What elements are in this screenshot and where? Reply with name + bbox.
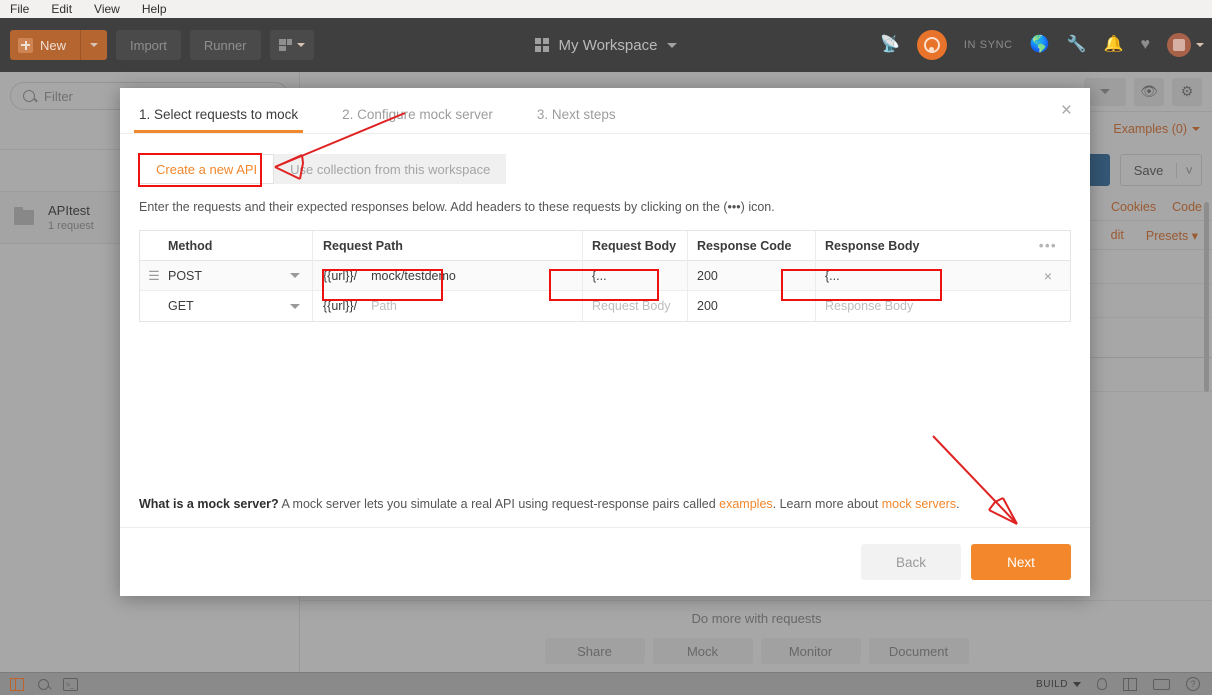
modal-footer: Back Next: [120, 527, 1090, 596]
next-button[interactable]: Next: [971, 544, 1071, 580]
column-response-code: Response Code: [688, 230, 816, 261]
app-header: New Import Runner My Workspace 📡 IN SYNC…: [0, 18, 1212, 72]
examples-link[interactable]: examples: [719, 497, 773, 511]
help-icon[interactable]: ?: [1186, 677, 1200, 691]
new-dropdown-caret[interactable]: [80, 30, 107, 60]
modal-footnote: What is a mock server? A mock server let…: [139, 497, 1071, 511]
response-body-input[interactable]: Response Body: [816, 291, 1026, 321]
bell-icon[interactable]: 🔔: [1104, 37, 1124, 53]
table-row[interactable]: GET {{url}}/ Path Request Body 200 Respo…: [140, 291, 1070, 321]
os-menu-bar: File Edit View Help: [0, 0, 1212, 18]
tab-configure-mock-server[interactable]: 2. Configure mock server: [342, 107, 493, 133]
console-icon[interactable]: >_: [63, 677, 78, 691]
create-new-api-button[interactable]: Create a new API: [139, 154, 275, 184]
satellite-icon[interactable]: 📡: [880, 37, 900, 53]
table-header-row: Method Request Path Request Body Respons…: [140, 230, 1070, 261]
new-button[interactable]: New: [10, 30, 108, 60]
sidebar-toggle-icon[interactable]: [10, 677, 24, 691]
heart-icon[interactable]: ♥: [1141, 37, 1151, 53]
mock-servers-link[interactable]: mock servers: [882, 497, 956, 511]
request-path-cell[interactable]: {{url}}/ Path: [313, 291, 583, 321]
response-code-input[interactable]: 200: [688, 260, 816, 291]
search-icon[interactable]: [38, 678, 49, 690]
new-window-button[interactable]: [269, 30, 314, 60]
column-method: Method: [168, 230, 313, 261]
runner-button[interactable]: Runner: [189, 30, 261, 60]
menu-view[interactable]: View: [94, 2, 120, 16]
request-path-cell[interactable]: {{url}}/ mock/testdemo: [313, 260, 583, 291]
bulb-icon[interactable]: [1097, 678, 1107, 690]
menu-help[interactable]: Help: [142, 2, 167, 16]
chevron-down-icon: [290, 273, 300, 278]
method-select[interactable]: POST: [168, 260, 313, 291]
request-path-input[interactable]: Path: [357, 299, 397, 313]
close-icon[interactable]: ×: [1061, 101, 1072, 120]
path-prefix: {{url}}/: [323, 268, 358, 283]
chevron-down-icon: [90, 43, 99, 47]
modal-description: Enter the requests and their expected re…: [139, 200, 775, 214]
modal-step-tabs: 1. Select requests to mock 2. Configure …: [120, 88, 1090, 133]
header-right-actions: 📡 IN SYNC 🌎 🔧 🔔 ♥: [880, 18, 1204, 72]
use-collection-button[interactable]: Use collection from this workspace: [274, 154, 507, 184]
mock-server-modal: 1. Select requests to mock 2. Configure …: [120, 88, 1090, 596]
header-left-actions: New Import Runner: [0, 30, 314, 60]
import-button[interactable]: Import: [116, 30, 181, 60]
build-selector[interactable]: BUILD: [1036, 679, 1081, 690]
grid-icon: [534, 38, 549, 52]
chevron-down-icon: [1073, 681, 1081, 687]
chevron-down-icon[interactable]: [1196, 43, 1204, 47]
chevron-down-icon[interactable]: [667, 42, 678, 48]
footnote-text1: A mock server lets you simulate a real A…: [278, 497, 720, 511]
sync-status: IN SYNC: [963, 39, 1013, 51]
footnote-lead: What is a mock server?: [139, 497, 279, 511]
window-icon: [278, 39, 292, 51]
new-button-label: New: [40, 37, 67, 53]
menu-file[interactable]: File: [10, 2, 29, 16]
request-path-input[interactable]: mock/testdemo: [357, 269, 456, 283]
request-body-input[interactable]: Request Body: [583, 291, 688, 321]
chevron-down-icon: [290, 303, 300, 309]
method-value: POST: [168, 268, 203, 283]
status-bar-right: BUILD ?: [1036, 677, 1212, 691]
column-request-path: Request Path: [313, 230, 583, 261]
path-prefix: {{url}}/: [323, 299, 358, 313]
response-code-input[interactable]: 200: [688, 291, 816, 321]
chevron-down-icon: [296, 43, 305, 47]
table-row[interactable]: ☰ POST {{url}}/ mock/testdemo {... 200 {…: [140, 260, 1070, 291]
footnote-text3: .: [956, 497, 960, 511]
avatar[interactable]: [1167, 33, 1191, 57]
back-button[interactable]: Back: [861, 544, 961, 580]
source-segmented-control: Create a new API Use collection from thi…: [120, 134, 1090, 184]
menu-edit[interactable]: Edit: [51, 2, 72, 16]
method-value: GET: [168, 299, 194, 313]
table-overflow-icon[interactable]: •••: [1026, 238, 1070, 253]
tab-select-requests[interactable]: 1. Select requests to mock: [133, 107, 304, 133]
keyboard-icon[interactable]: [1153, 678, 1170, 690]
column-request-body: Request Body: [583, 230, 688, 261]
plus-icon: [18, 37, 33, 53]
requests-table: Method Request Path Request Body Respons…: [139, 230, 1071, 322]
response-body-input[interactable]: {...: [816, 261, 1026, 291]
status-bar: >_ BUILD ?: [0, 672, 1212, 695]
request-body-input[interactable]: {...: [583, 260, 688, 291]
status-bar-left: >_: [0, 677, 78, 691]
column-response-body: Response Body: [825, 238, 920, 253]
footnote-text2: . Learn more about: [772, 497, 882, 511]
wrench-icon[interactable]: 🔧: [1067, 37, 1087, 53]
globe-icon[interactable]: 🌎: [1030, 37, 1050, 53]
sync-icon[interactable]: [916, 30, 947, 60]
remove-row-icon[interactable]: ×: [1026, 268, 1070, 284]
workspace-name[interactable]: My Workspace: [559, 37, 658, 54]
build-label: BUILD: [1036, 678, 1068, 690]
drag-handle-icon[interactable]: ☰: [140, 268, 168, 284]
layout-icon[interactable]: [1123, 677, 1137, 691]
tab-next-steps[interactable]: 3. Next steps: [537, 107, 616, 133]
method-select[interactable]: GET: [168, 291, 313, 321]
